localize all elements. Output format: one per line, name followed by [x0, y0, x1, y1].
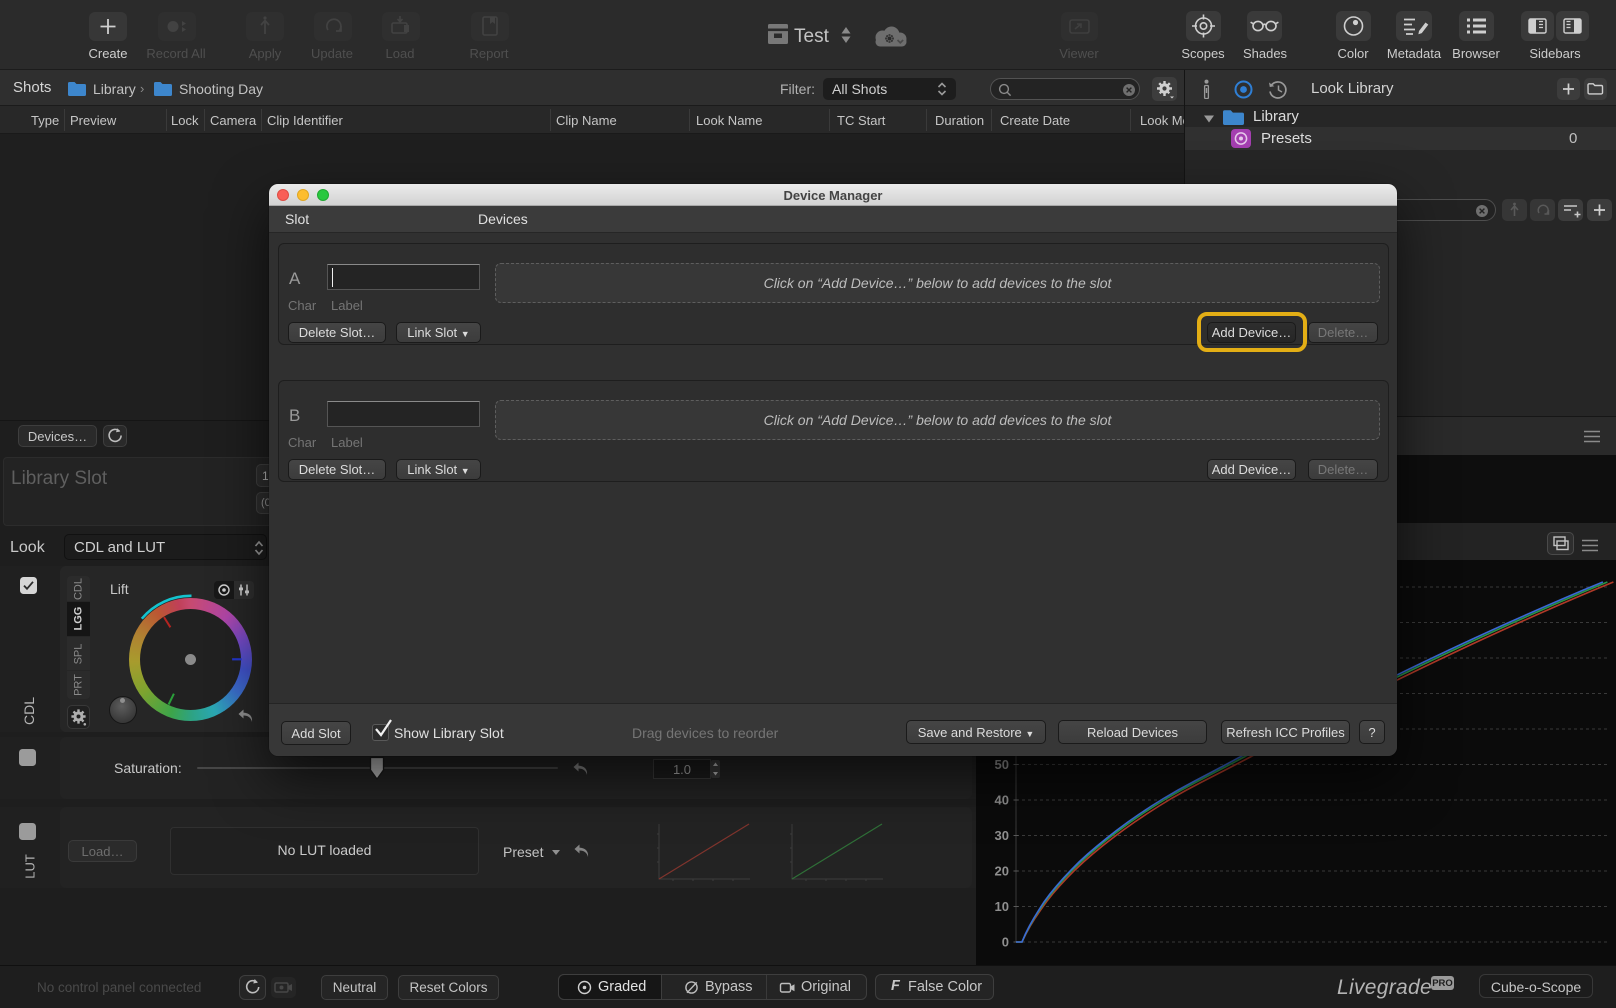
svg-text:30: 30	[995, 828, 1009, 843]
svg-text:40: 40	[995, 793, 1009, 808]
svg-text:10: 10	[995, 899, 1009, 914]
svg-text:50: 50	[995, 757, 1009, 772]
svg-text:20: 20	[995, 864, 1009, 879]
svg-text:0: 0	[1002, 935, 1009, 950]
